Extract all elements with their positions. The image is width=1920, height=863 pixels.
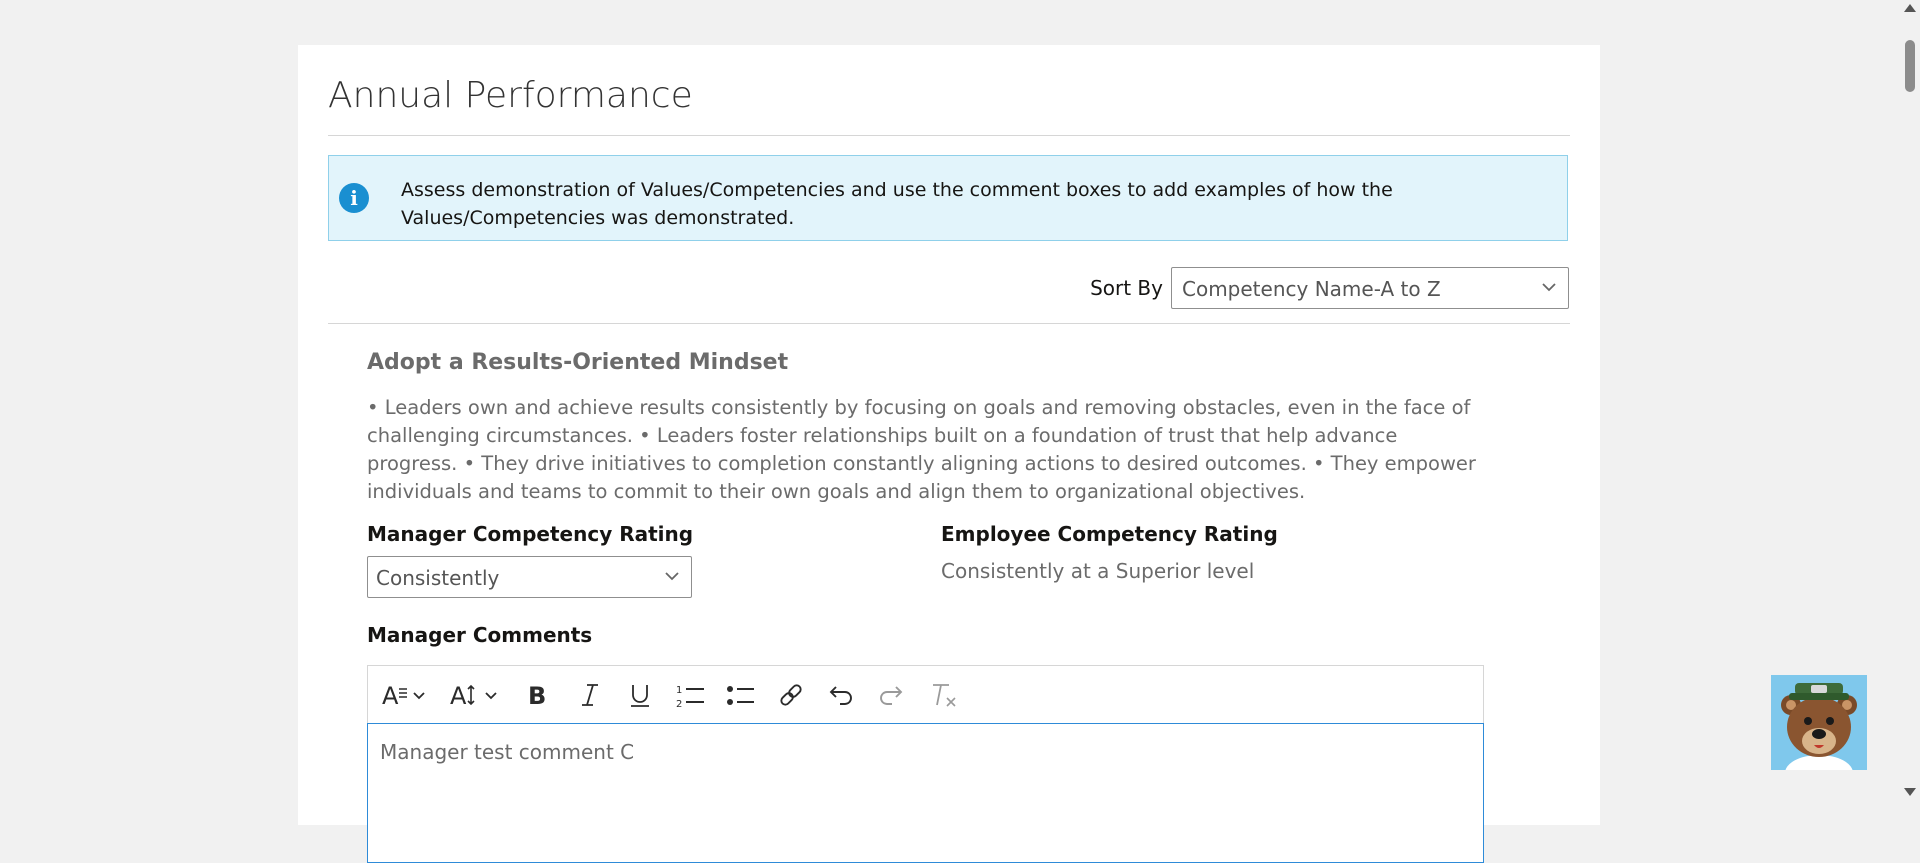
scroll-down-arrow-icon[interactable]	[1904, 788, 1916, 796]
competency-name: Adopt a Results-Oriented Mindset	[367, 350, 789, 375]
link-icon[interactable]	[778, 680, 804, 710]
sort-divider	[328, 323, 1570, 324]
svg-text:A: A	[450, 682, 467, 710]
manager-rating-select[interactable]: Consistently	[367, 556, 692, 598]
scroll-thumb[interactable]	[1905, 40, 1915, 92]
title-divider	[328, 135, 1570, 136]
bold-icon[interactable]: B	[526, 680, 550, 710]
info-banner-text: Assess demonstration of Values/Competenc…	[401, 179, 1393, 229]
svg-text:B: B	[528, 682, 546, 710]
svg-text:2: 2	[676, 699, 682, 710]
bulleted-list-icon[interactable]	[726, 680, 756, 710]
annual-performance-card: Annual Performance i Assess demonstratio…	[298, 45, 1600, 863]
manager-rating-label: Manager Competency Rating	[367, 522, 694, 546]
chevron-down-icon	[1542, 283, 1556, 292]
clear-formatting-icon[interactable]	[930, 680, 958, 710]
employee-rating-label: Employee Competency Rating	[941, 522, 1278, 546]
svg-text:A: A	[382, 682, 399, 710]
rich-text-toolbar: A A B 12	[367, 665, 1484, 723]
sort-by-label: Sort By	[1090, 276, 1163, 300]
font-size-icon[interactable]: A	[450, 680, 500, 710]
italic-icon[interactable]	[578, 680, 602, 710]
competency-description: • Leaders own and achieve results consis…	[367, 396, 1476, 503]
underline-icon[interactable]	[628, 680, 652, 710]
numbered-list-icon[interactable]: 12	[676, 680, 706, 710]
employee-rating-value: Consistently at a Superior level	[941, 559, 1255, 583]
svg-text:1: 1	[676, 685, 682, 696]
page-title: Annual Performance	[328, 75, 693, 116]
chevron-down-icon	[665, 572, 679, 581]
info-banner: i Assess demonstration of Values/Compete…	[328, 155, 1568, 241]
info-icon: i	[339, 183, 369, 213]
manager-rating-value: Consistently	[376, 566, 500, 590]
manager-comments-editor[interactable]: Manager test comment C	[367, 723, 1484, 863]
manager-comments-label: Manager Comments	[367, 623, 593, 647]
manager-comments-text: Manager test comment C	[380, 740, 635, 764]
chatbot-mascot-icon[interactable]	[1771, 675, 1867, 791]
sort-by-value: Competency Name-A to Z	[1182, 277, 1441, 301]
undo-icon[interactable]	[828, 680, 854, 710]
page-scrollbar[interactable]	[1899, 0, 1920, 800]
redo-icon[interactable]	[878, 680, 904, 710]
sort-by-select[interactable]: Competency Name-A to Z	[1171, 267, 1569, 309]
font-style-icon[interactable]: A	[382, 680, 428, 710]
scroll-up-arrow-icon[interactable]	[1904, 4, 1916, 12]
